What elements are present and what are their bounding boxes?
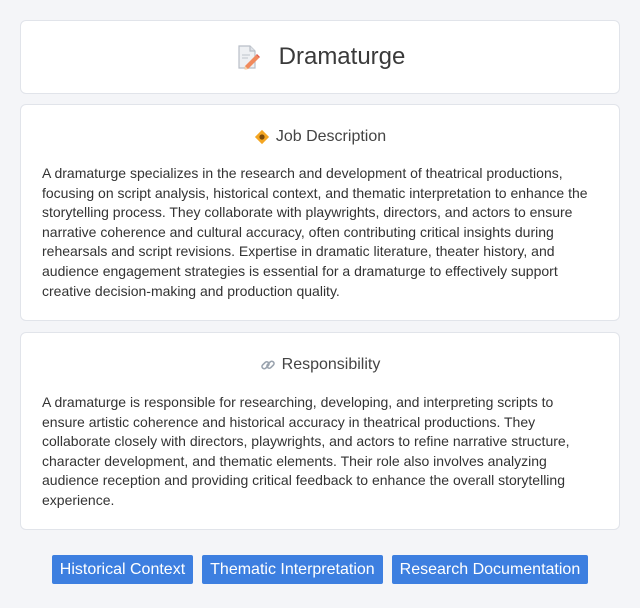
- responsibility-card: Responsibility A dramaturge is responsib…: [20, 332, 620, 530]
- job-description-title: Job Description: [275, 128, 387, 145]
- link-icon: [260, 357, 276, 373]
- page-title: Dramaturge: [278, 43, 406, 70]
- title-wrap: Dramaturge: [235, 43, 406, 71]
- document-pencil-icon: [235, 44, 261, 70]
- responsibility-text: A dramaturge is responsible for research…: [42, 394, 570, 508]
- tag-thematic-interpretation[interactable]: Thematic Interpretation: [202, 555, 383, 584]
- responsibility-title: Responsibility: [281, 356, 381, 373]
- job-description-card: Job Description A dramaturge specializes…: [20, 104, 620, 321]
- job-description-text: A dramaturge specializes in the research…: [42, 165, 588, 299]
- tag-historical-context[interactable]: Historical Context: [51, 555, 194, 584]
- responsibility-header: Responsibility: [21, 354, 619, 376]
- job-description-header: Job Description: [21, 126, 619, 148]
- tag-list: Historical Context Thematic Interpretati…: [0, 555, 640, 584]
- title-card: Dramaturge: [20, 20, 620, 94]
- tag-research-documentation[interactable]: Research Documentation: [391, 555, 589, 584]
- diamond-badge-icon: [254, 129, 270, 145]
